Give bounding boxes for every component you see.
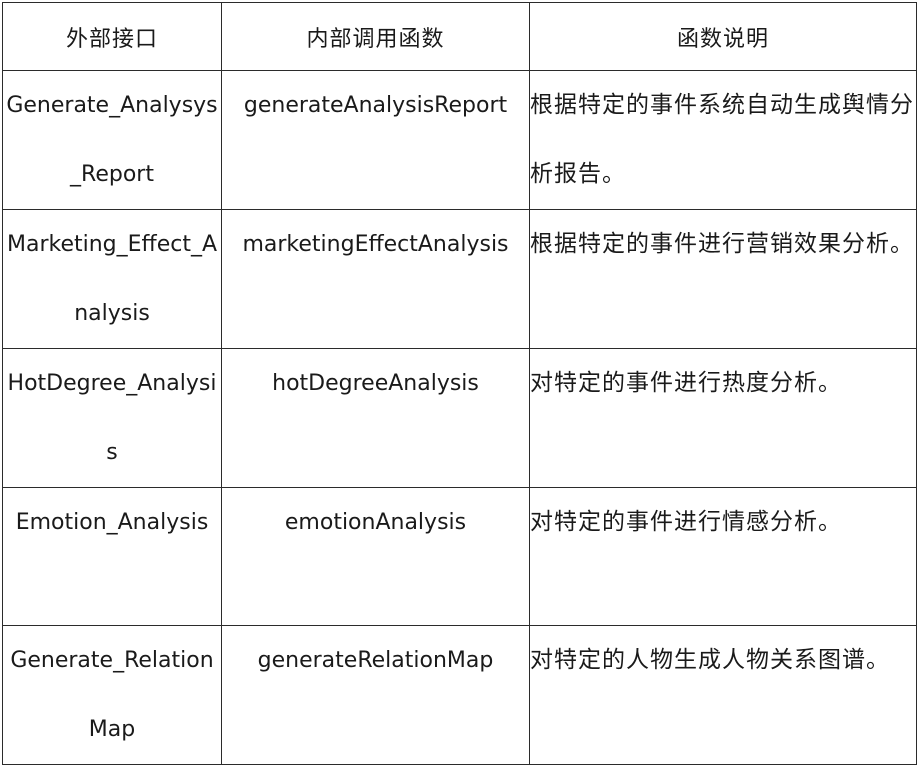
table-row: Emotion_Analysis emotionAnalysis 对特定的事件进… (2, 487, 917, 626)
table-row: Generate_RelationMap generateRelationMap… (2, 625, 917, 765)
header-description: 函数说明 (529, 2, 917, 71)
internal-function-cell: hotDegreeAnalysis (221, 348, 530, 488)
table-body: Generate_Analysys_Report generateAnalysi… (2, 70, 917, 765)
interface-table: 外部接口 内部调用函数 函数说明 Generate_Analysys_Repor… (2, 2, 917, 765)
table-row: HotDegree_Analysis hotDegreeAnalysis 对特定… (2, 348, 917, 488)
header-external-interface: 外部接口 (2, 2, 222, 71)
internal-function-cell: marketingEffectAnalysis (221, 209, 530, 349)
external-interface-cell: Marketing_Effect_Analysis (2, 209, 222, 349)
header-internal-function: 内部调用函数 (221, 2, 530, 71)
external-interface-cell: HotDegree_Analysis (2, 348, 222, 488)
external-interface-cell: Generate_Analysys_Report (2, 70, 222, 210)
internal-function-cell: generateRelationMap (221, 625, 530, 765)
internal-function-cell: emotionAnalysis (221, 487, 530, 626)
description-cell: 对特定的事件进行情感分析。 (529, 487, 917, 626)
description-cell: 对特定的事件进行热度分析。 (529, 348, 917, 488)
table-row: Generate_Analysys_Report generateAnalysi… (2, 70, 917, 210)
external-interface-cell: Generate_RelationMap (2, 625, 222, 765)
description-cell: 对特定的人物生成人物关系图谱。 (529, 625, 917, 765)
header-row: 外部接口 内部调用函数 函数说明 (2, 2, 917, 71)
table-header: 外部接口 内部调用函数 函数说明 (2, 2, 917, 71)
external-interface-cell: Emotion_Analysis (2, 487, 222, 626)
description-cell: 根据特定的事件系统自动生成舆情分析报告。 (529, 70, 917, 210)
table-row: Marketing_Effect_Analysis marketingEffec… (2, 209, 917, 349)
internal-function-cell: generateAnalysisReport (221, 70, 530, 210)
description-cell: 根据特定的事件进行营销效果分析。 (529, 209, 917, 349)
